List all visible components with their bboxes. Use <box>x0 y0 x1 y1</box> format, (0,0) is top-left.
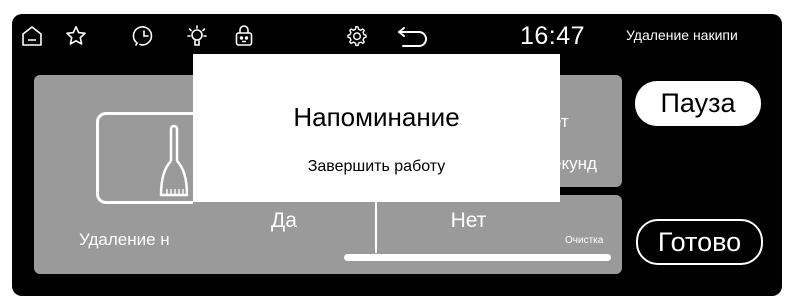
done-button[interactable]: Готово <box>636 219 763 265</box>
reminder-dialog: Напоминание Завершить работу Да Нет <box>193 54 560 253</box>
stage-label: Очистка <box>565 235 604 246</box>
dialog-title: Напоминание <box>293 102 460 132</box>
back-icon[interactable] <box>395 24 431 48</box>
mode-title: Удаление накипи <box>626 27 738 43</box>
no-button[interactable]: Нет <box>377 202 560 239</box>
device-display: 16:47 Удаление накипи Удаление н ет екун… <box>12 14 782 296</box>
dialog-message: Завершить работу <box>307 158 446 175</box>
screen: 16:47 Удаление накипи Удаление н ет екун… <box>0 0 790 303</box>
dialog-button-bar: Да Нет <box>193 202 560 253</box>
lock-icon[interactable] <box>232 24 256 48</box>
program-name: Удаление н <box>79 230 170 249</box>
pause-button[interactable]: Пауза <box>635 81 761 126</box>
clock-time: 16:47 <box>520 22 586 50</box>
settings-icon[interactable] <box>344 24 368 48</box>
star-icon[interactable] <box>64 24 88 48</box>
progress-bar <box>344 254 611 261</box>
home-icon[interactable] <box>20 24 44 48</box>
clock-icon[interactable] <box>132 24 156 48</box>
yes-button[interactable]: Да <box>193 202 375 239</box>
light-icon[interactable] <box>185 24 209 48</box>
